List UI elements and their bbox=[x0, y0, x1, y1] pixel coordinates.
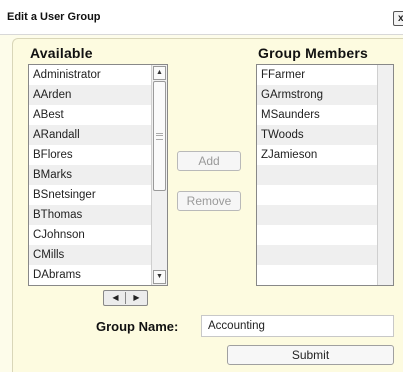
grip-icon bbox=[156, 133, 163, 140]
list-item[interactable] bbox=[257, 225, 379, 245]
available-scrollbar[interactable]: ▲ ▼ bbox=[151, 65, 167, 285]
list-item[interactable] bbox=[257, 245, 379, 265]
list-item[interactable]: ARandall bbox=[29, 125, 153, 145]
list-item[interactable] bbox=[257, 185, 379, 205]
list-item[interactable]: AArden bbox=[29, 85, 153, 105]
close-icon: x bbox=[398, 13, 403, 24]
scrollbar-thumb[interactable] bbox=[153, 81, 166, 191]
members-scrollbar[interactable] bbox=[377, 65, 393, 285]
available-horizontal-scrollbar[interactable]: ◀ ▶ bbox=[103, 290, 148, 306]
group-members-list[interactable]: FFarmer GArmstrong MSaunders TWoods ZJamieso… bbox=[256, 64, 394, 286]
list-item[interactable]: DAbrams bbox=[29, 265, 153, 285]
list-item[interactable]: BMarks bbox=[29, 165, 153, 185]
list-item[interactable]: Administrator bbox=[29, 65, 153, 85]
list-item[interactable]: MSaunders bbox=[257, 105, 379, 125]
chevron-down-icon[interactable]: ▼ bbox=[153, 270, 166, 284]
list-item[interactable] bbox=[257, 165, 379, 185]
list-item[interactable]: CJohnson bbox=[29, 225, 153, 245]
dialog-title: Edit a User Group bbox=[7, 11, 101, 23]
list-item[interactable]: FFarmer bbox=[257, 65, 379, 85]
list-item[interactable]: BThomas bbox=[29, 205, 153, 225]
list-item[interactable]: GArmstrong bbox=[257, 85, 379, 105]
scroll-divider bbox=[125, 292, 126, 304]
list-item[interactable]: ZJamieson bbox=[257, 145, 379, 165]
close-button[interactable]: x bbox=[393, 11, 403, 26]
chevron-up-icon[interactable]: ▲ bbox=[153, 66, 166, 80]
list-item[interactable]: CMills bbox=[29, 245, 153, 265]
list-item[interactable]: ABest bbox=[29, 105, 153, 125]
available-title: Available bbox=[30, 45, 93, 61]
edit-user-group-dialog: Edit a User Group x Available Group Memb… bbox=[0, 0, 403, 372]
list-item[interactable] bbox=[257, 285, 379, 286]
available-list[interactable]: Administrator AArden ABest ARandall BFlores B… bbox=[28, 64, 168, 286]
list-item[interactable]: BFlores bbox=[29, 145, 153, 165]
list-item[interactable]: TWoods bbox=[257, 125, 379, 145]
group-name-label: Group Name: bbox=[96, 319, 179, 334]
list-item[interactable] bbox=[257, 205, 379, 225]
member-rows: FFarmer GArmstrong MSaunders TWoods ZJamieso… bbox=[257, 65, 379, 286]
dialog-titlebar: Edit a User Group x bbox=[0, 0, 403, 35]
add-button[interactable]: Add bbox=[177, 151, 241, 171]
submit-button[interactable]: Submit bbox=[227, 345, 394, 365]
available-rows: Administrator AArden ABest ARandall BFlores B… bbox=[29, 65, 153, 285]
remove-button[interactable]: Remove bbox=[177, 191, 241, 211]
list-item[interactable]: BSnetsinger bbox=[29, 185, 153, 205]
group-name-input[interactable]: Accounting bbox=[201, 315, 394, 337]
chevron-right-icon[interactable]: ▶ bbox=[127, 292, 146, 304]
group-members-title: Group Members bbox=[258, 45, 368, 61]
chevron-left-icon[interactable]: ◀ bbox=[106, 292, 125, 304]
list-item[interactable] bbox=[257, 265, 379, 285]
